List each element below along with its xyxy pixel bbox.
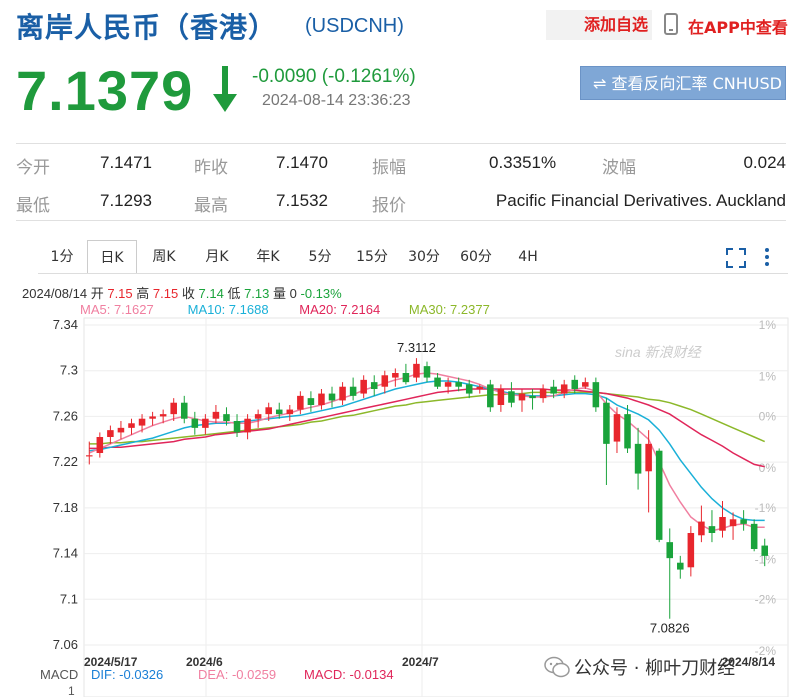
candle-body xyxy=(318,393,325,405)
candle-body xyxy=(297,395,304,410)
candle-body xyxy=(244,418,251,433)
candle-body xyxy=(128,423,135,428)
macd-dif: DIF: -0.0326 xyxy=(91,667,164,682)
candle-body xyxy=(402,373,410,383)
candle-body xyxy=(265,407,272,415)
right-tick-label: 0% xyxy=(759,409,777,423)
y-tick-label: 7.22 xyxy=(53,454,78,469)
candle-body xyxy=(381,375,389,387)
right-tick-label: 1% xyxy=(759,318,777,332)
candle-body xyxy=(645,443,652,472)
candle-body xyxy=(729,519,737,527)
right-tick-label: -1% xyxy=(755,501,777,515)
right-tick-label: -2% xyxy=(755,592,777,606)
candle-body xyxy=(423,366,431,378)
candle-body xyxy=(560,384,568,394)
candle-body xyxy=(529,395,536,399)
macd-value: MACD: -0.0134 xyxy=(304,667,394,682)
candle-body xyxy=(476,386,484,389)
y-tick-label: 7.14 xyxy=(53,546,78,561)
watermark: sina 新浪财经 xyxy=(615,344,701,360)
macd-dea: DEA: -0.0259 xyxy=(198,667,277,682)
macd-axis-top: 1 xyxy=(68,684,75,698)
ma5-line xyxy=(88,372,765,532)
candle-body xyxy=(698,521,705,536)
right-tick-label: 1% xyxy=(759,370,777,384)
candle-body xyxy=(455,382,462,387)
candle-body xyxy=(603,402,610,444)
candle-body xyxy=(413,363,420,378)
candle-body xyxy=(117,427,125,433)
candle-body xyxy=(582,382,589,387)
candle-body xyxy=(349,386,357,396)
candle-body xyxy=(666,542,674,559)
candle-body xyxy=(159,414,167,417)
candle-body xyxy=(624,414,631,449)
candle-body xyxy=(677,562,684,570)
y-tick-label: 7.3 xyxy=(60,363,78,378)
candle-body xyxy=(107,430,114,437)
candle-body xyxy=(392,373,399,378)
candle-body xyxy=(687,533,695,568)
candle-body xyxy=(444,382,452,387)
candle-body xyxy=(592,382,600,408)
candle-body xyxy=(275,409,283,415)
min-price-label: 7.0826 xyxy=(650,621,690,636)
candle-body xyxy=(571,379,579,389)
candle-body xyxy=(202,418,209,428)
candle-body xyxy=(708,526,716,533)
candle-body xyxy=(370,382,378,389)
candle-body xyxy=(761,545,768,556)
y-tick-label: 7.34 xyxy=(53,317,78,332)
right-tick-label: 0% xyxy=(759,461,777,475)
candle-body xyxy=(634,443,642,474)
candle-body xyxy=(286,409,294,415)
candle-body xyxy=(434,377,441,387)
candle-body xyxy=(719,517,726,531)
candle-body xyxy=(191,418,199,428)
candle-body xyxy=(138,418,146,426)
candle-body xyxy=(149,416,156,419)
macd-label: MACD xyxy=(40,667,79,682)
y-tick-label: 7.18 xyxy=(53,500,78,515)
candle-body xyxy=(223,414,230,421)
wechat-icon xyxy=(544,656,570,678)
candle-body xyxy=(86,455,93,457)
candle-body xyxy=(360,379,367,394)
y-tick-label: 7.26 xyxy=(53,408,78,423)
candle-body xyxy=(170,402,177,415)
candle-body xyxy=(539,389,547,399)
y-tick-label: 7.1 xyxy=(60,591,78,606)
y-tick-label: 7.06 xyxy=(53,637,78,652)
max-price-label: 7.3112 xyxy=(397,340,436,355)
candle-body xyxy=(508,391,515,403)
candle-body xyxy=(328,393,336,401)
candle-body xyxy=(497,389,505,405)
candle-body xyxy=(487,384,494,408)
candle-body xyxy=(740,519,747,524)
candle-body xyxy=(613,414,621,442)
candle-body xyxy=(212,411,220,419)
footer-watermark: 公众号 · 柳叶刀财经 xyxy=(574,658,736,679)
candle-body xyxy=(465,384,473,394)
candle-body xyxy=(307,398,315,405)
candle-body xyxy=(96,437,104,453)
candle-body xyxy=(233,421,241,433)
candle-body xyxy=(180,402,188,419)
candle-body xyxy=(750,523,758,549)
candle-body xyxy=(655,450,663,540)
candle-body xyxy=(339,386,346,401)
candle-body xyxy=(254,414,262,419)
candle-body xyxy=(550,386,557,394)
x-tick-label: 2024/7 xyxy=(402,655,439,669)
candle-body xyxy=(518,393,526,401)
